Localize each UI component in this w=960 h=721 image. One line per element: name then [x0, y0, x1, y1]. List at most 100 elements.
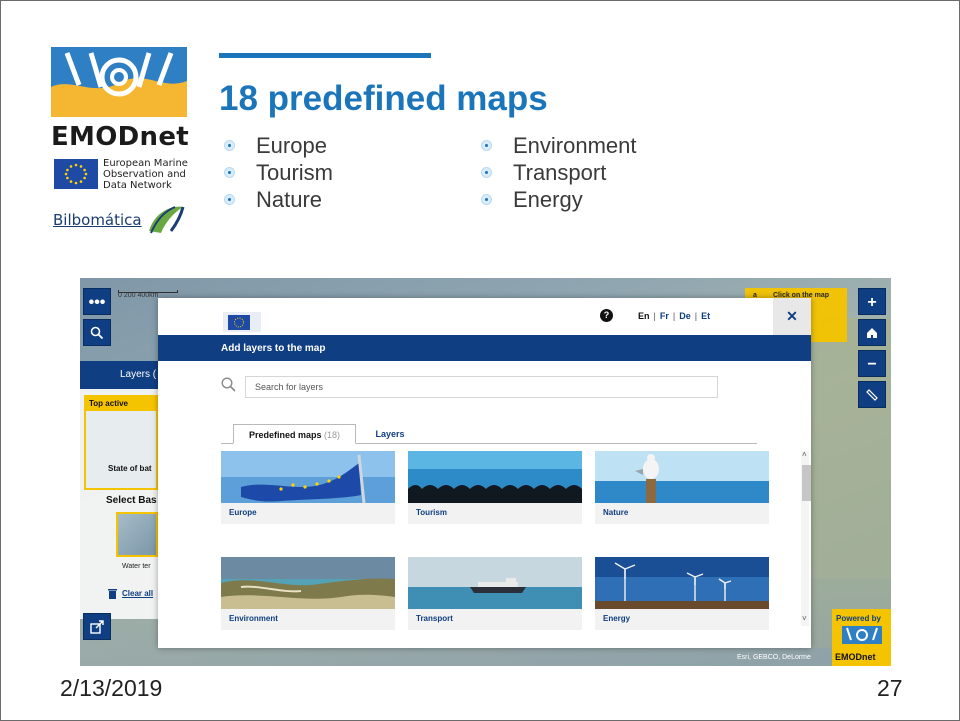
- lang-fr[interactable]: Fr: [660, 311, 669, 321]
- aquarium-crowd-photo: [408, 451, 582, 503]
- emodnet-small-emblem: [842, 626, 882, 644]
- bullet-item: Environment: [476, 132, 637, 159]
- eu-flag-photo: [221, 451, 395, 503]
- menu-dots-icon[interactable]: •••: [83, 288, 111, 315]
- bullet-text: Transport: [513, 160, 607, 185]
- search-icon: [90, 326, 104, 340]
- layers-tab[interactable]: Layers (: [80, 361, 158, 389]
- network-line-1: European Marine: [103, 158, 188, 169]
- bullet-text: Tourism: [256, 160, 334, 185]
- card-label: Transport: [416, 614, 453, 623]
- card-label: Nature: [603, 508, 629, 517]
- coastline-photo: [221, 557, 395, 609]
- bullet-icon: [481, 140, 492, 151]
- map-card-transport[interactable]: Transport: [408, 557, 582, 630]
- lang-et[interactable]: Et: [701, 311, 710, 321]
- map-card-tourism[interactable]: Tourism: [408, 451, 582, 524]
- basemap-thumbnail[interactable]: [116, 512, 158, 557]
- basemap-label: Water ter: [122, 563, 151, 570]
- bullet-item: Energy: [476, 186, 637, 213]
- search-layers-input[interactable]: [245, 376, 718, 398]
- help-icon[interactable]: ?: [600, 309, 613, 322]
- tab-layers[interactable]: Layers: [365, 424, 415, 444]
- powered-by-text: Powered by: [836, 614, 881, 623]
- map-card-energy[interactable]: Energy: [595, 557, 769, 630]
- slide-date: 2/13/2019: [60, 675, 163, 701]
- network-line-3: Data Network: [103, 180, 172, 191]
- network-line-2: Observation and: [103, 169, 186, 180]
- bullet-icon: [481, 194, 492, 205]
- ruler-icon: [866, 389, 878, 401]
- eu-network-text: European Marine Observation and Data Net…: [103, 158, 188, 191]
- cargo-ship-photo: [408, 557, 582, 609]
- card-label: Energy: [603, 614, 631, 623]
- top-active-label: Top active: [86, 397, 158, 411]
- bullet-item: Transport: [476, 159, 637, 186]
- tab-count: (18): [324, 430, 341, 440]
- bullet-list-left: Europe Tourism Nature: [219, 132, 333, 213]
- bullet-text: Nature: [256, 187, 323, 212]
- modal-title: Add layers to the map: [158, 335, 811, 361]
- slide: EMODnet European Marine Observation and …: [0, 0, 960, 721]
- add-layers-modal: ? En|Fr|De|Et ✕ Add layers to the map Pr…: [158, 298, 811, 648]
- bullet-icon: [224, 167, 235, 178]
- bullet-icon: [481, 167, 492, 178]
- scrollbar-thumb[interactable]: [802, 465, 811, 501]
- top-active-card[interactable]: Top active: [84, 395, 158, 490]
- tab-predefined-maps[interactable]: Predefined maps (18): [233, 424, 356, 444]
- map-card-europe[interactable]: Europe: [221, 451, 395, 524]
- modal-topbar: ? En | Fr | De | Et ✕: [158, 298, 811, 335]
- bullet-list-right: Environment Transport Energy: [476, 132, 637, 213]
- tab-label: Predefined maps: [248, 430, 322, 440]
- map-attribution: Esri, GEBCO, DeLorme: [737, 654, 811, 661]
- map-card-nature[interactable]: Nature: [595, 451, 769, 524]
- layers-panel: Top active State of bat Select Bas Water…: [80, 389, 158, 619]
- bullet-text: Energy: [513, 187, 583, 212]
- select-basemap-label: Select Bas: [106, 495, 157, 506]
- lang-de[interactable]: De: [679, 311, 691, 321]
- state-label: State of bat: [108, 464, 152, 473]
- map-search-button[interactable]: [83, 319, 111, 346]
- lang-current[interactable]: En: [638, 311, 650, 321]
- home-button[interactable]: [858, 319, 886, 346]
- zoom-out-button[interactable]: −: [858, 350, 886, 377]
- eu-flag-icon: [223, 312, 261, 332]
- share-icon: [90, 620, 104, 634]
- bilbomatica-logo-text: Bilbomática: [53, 211, 142, 229]
- measure-button[interactable]: [858, 381, 886, 408]
- map-card-environment[interactable]: Environment: [221, 557, 395, 630]
- bullet-item: Nature: [219, 186, 333, 213]
- slide-title: 18 predefined maps: [219, 79, 548, 118]
- slide-page-number: 27: [877, 675, 903, 701]
- share-button[interactable]: [83, 613, 111, 640]
- bullet-text: Europe: [256, 133, 327, 158]
- map-viewer-screenshot: ••• 0 200 400km Layers ( Top active Stat…: [80, 278, 891, 666]
- zoom-in-button[interactable]: +: [858, 288, 886, 315]
- wind-turbines-photo: [595, 557, 769, 609]
- powered-by-badge: Powered by EMODnet: [832, 609, 891, 666]
- home-icon: [867, 328, 877, 338]
- language-switcher: En | Fr | De | Et: [638, 311, 711, 321]
- clear-all-link[interactable]: Clear all: [122, 589, 153, 598]
- modal-tabs: Predefined maps (18) Layers: [221, 424, 757, 444]
- emodnet-emblem-logo: [51, 47, 187, 117]
- chevron-down-icon[interactable]: ˅: [802, 614, 807, 623]
- powered-by-name: EMODnet: [835, 652, 876, 662]
- bullet-icon: [224, 194, 235, 205]
- search-icon: [221, 377, 236, 392]
- scale-label: 0 200 400km: [118, 292, 159, 299]
- bullet-icon: [224, 140, 235, 151]
- eu-flag-icon: [54, 159, 98, 189]
- close-button[interactable]: ✕: [773, 298, 811, 335]
- chevron-up-icon[interactable]: ˄: [802, 450, 807, 459]
- bullet-item: Europe: [219, 132, 333, 159]
- bilbomatica-mark-icon: [149, 206, 185, 234]
- card-label: Tourism: [416, 508, 447, 517]
- emodnet-wordmark: EMODnet: [51, 122, 189, 152]
- card-label: Europe: [229, 508, 257, 517]
- card-label: Environment: [229, 614, 278, 623]
- trash-icon[interactable]: [108, 589, 117, 599]
- title-accent-bar: [219, 53, 431, 58]
- bullet-text: Environment: [513, 133, 637, 158]
- bullet-item: Tourism: [219, 159, 333, 186]
